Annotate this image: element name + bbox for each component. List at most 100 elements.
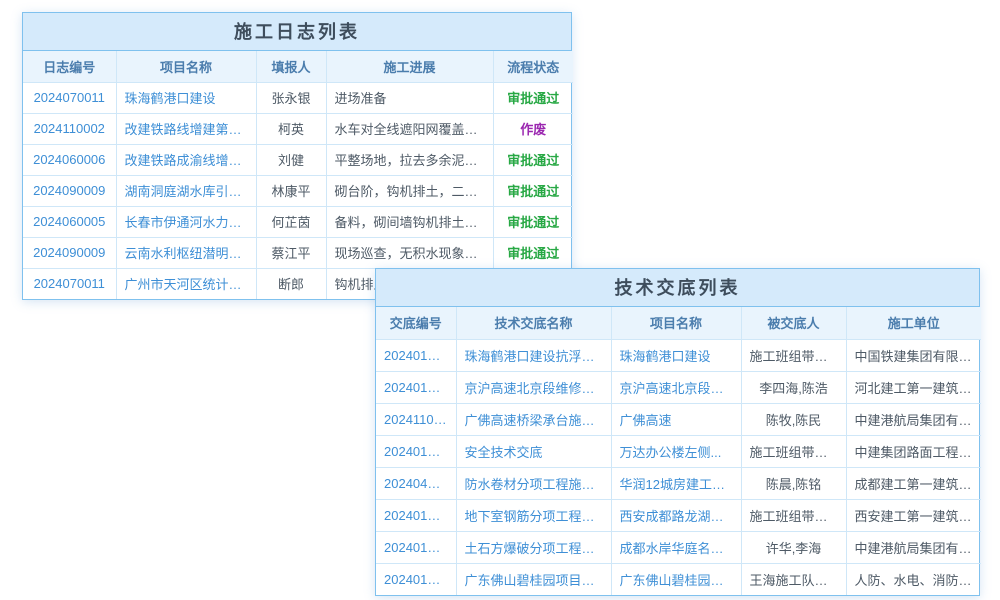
cell-project[interactable]: 西安成都路龙湖上... bbox=[611, 499, 741, 531]
cell-receiver: 施工班组带班... bbox=[741, 435, 846, 467]
cell-id[interactable]: 2024110002 bbox=[23, 113, 116, 144]
cell-status: 审批通过 bbox=[493, 237, 573, 268]
cell-project[interactable]: 广州市天河区统计局机房... bbox=[116, 268, 256, 299]
cell-id[interactable]: 2024060005 bbox=[23, 206, 116, 237]
table-row[interactable]: 2024070011珠海鹤港口建设张永银进场准备审批通过 bbox=[23, 82, 573, 113]
cell-unit: 成都建工第一建筑有... bbox=[846, 467, 981, 499]
cell-unit: 中建港航局集团有限... bbox=[846, 403, 981, 435]
construction-log-header-row: 日志编号 项目名称 填报人 施工进展 流程状态 bbox=[23, 51, 573, 82]
cell-status: 作废 bbox=[493, 113, 573, 144]
cell-project[interactable]: 改建铁路线增建第二线直... bbox=[116, 113, 256, 144]
cell-receiver: 许华,李海 bbox=[741, 531, 846, 563]
cell-unit: 中建集团路面工程有... bbox=[846, 435, 981, 467]
cell-receiver: 施工班组带班... bbox=[741, 339, 846, 371]
cell-id[interactable]: 2024010001 bbox=[376, 563, 456, 595]
cell-filler: 张永银 bbox=[256, 82, 326, 113]
cell-filler: 蔡江平 bbox=[256, 237, 326, 268]
cell-id[interactable]: 2024060006 bbox=[23, 144, 116, 175]
cell-id[interactable]: 2024090009 bbox=[23, 175, 116, 206]
cell-id[interactable]: 2024010003 bbox=[376, 435, 456, 467]
cell-project[interactable]: 京沪高速北京段维修 bbox=[611, 371, 741, 403]
cell-project[interactable]: 改建铁路成渝线增建第二... bbox=[116, 144, 256, 175]
cell-id[interactable]: 2024040001 bbox=[376, 467, 456, 499]
cell-name[interactable]: 防水卷材分项工程施工技... bbox=[456, 467, 611, 499]
col-filler: 填报人 bbox=[256, 51, 326, 82]
cell-unit: 中建港航局集团有限... bbox=[846, 531, 981, 563]
table-row[interactable]: 2024010004京沪高速北京段维修桩帽...京沪高速北京段维修李四海,陈浩河… bbox=[376, 371, 981, 403]
cell-unit: 河北建工第一建筑有... bbox=[846, 371, 981, 403]
cell-receiver: 施工班组带班... bbox=[741, 499, 846, 531]
cell-status: 审批通过 bbox=[493, 206, 573, 237]
construction-log-table: 日志编号 项目名称 填报人 施工进展 流程状态 2024070011珠海鹤港口建… bbox=[23, 51, 573, 299]
table-row[interactable]: 2024110002改建铁路线增建第二线直...柯英水车对全线遮阳网覆盖点进..… bbox=[23, 113, 573, 144]
cell-project[interactable]: 长春市伊通河水力发电厂... bbox=[116, 206, 256, 237]
col-progress: 施工进展 bbox=[326, 51, 493, 82]
cell-name[interactable]: 地下室钢筋分项工程施工... bbox=[456, 499, 611, 531]
table-row[interactable]: 2024010002土石方爆破分项工程施工...成都水岸华庭名苑...许华,李海… bbox=[376, 531, 981, 563]
cell-name[interactable]: 土石方爆破分项工程施工... bbox=[456, 531, 611, 563]
cell-progress: 现场巡查，无积水现象，水... bbox=[326, 237, 493, 268]
table-row[interactable]: 2024040001防水卷材分项工程施工技...华润12城房建工程...陈晨,陈… bbox=[376, 467, 981, 499]
cell-project[interactable]: 成都水岸华庭名苑... bbox=[611, 531, 741, 563]
cell-id[interactable]: 2024070011 bbox=[23, 268, 116, 299]
col-disclosure-name: 技术交底名称 bbox=[456, 307, 611, 339]
construction-log-body: 2024070011珠海鹤港口建设张永银进场准备审批通过2024110002改建… bbox=[23, 82, 573, 299]
cell-receiver: 王海施工队全队 bbox=[741, 563, 846, 595]
cell-id[interactable]: 2024070011 bbox=[23, 82, 116, 113]
cell-id[interactable]: 2024110001 bbox=[376, 403, 456, 435]
cell-filler: 何芷茵 bbox=[256, 206, 326, 237]
cell-project[interactable]: 万达办公楼左侧... bbox=[611, 435, 741, 467]
col-project-name: 项目名称 bbox=[116, 51, 256, 82]
col-log-id: 日志编号 bbox=[23, 51, 116, 82]
table-row[interactable]: 2024090009云南水利枢纽潜明水库一...蔡江平现场巡查，无积水现象，水.… bbox=[23, 237, 573, 268]
cell-status: 审批通过 bbox=[493, 144, 573, 175]
cell-name[interactable]: 珠海鹤港口建设抗浮锚杆... bbox=[456, 339, 611, 371]
cell-progress: 水车对全线遮阳网覆盖点进... bbox=[326, 113, 493, 144]
table-row[interactable]: 2024010003珠海鹤港口建设抗浮锚杆...珠海鹤港口建设施工班组带班...… bbox=[376, 339, 981, 371]
cell-id[interactable]: 2024010003 bbox=[376, 339, 456, 371]
cell-id[interactable]: 2024010004 bbox=[376, 371, 456, 403]
technical-disclosure-table: 交底编号 技术交底名称 项目名称 被交底人 施工单位 2024010003珠海鹤… bbox=[376, 307, 981, 595]
cell-project[interactable]: 广佛高速 bbox=[611, 403, 741, 435]
cell-name[interactable]: 京沪高速北京段维修桩帽... bbox=[456, 371, 611, 403]
col-disclosure-id: 交底编号 bbox=[376, 307, 456, 339]
cell-progress: 砌台阶，钩机排土，二包砌... bbox=[326, 175, 493, 206]
cell-filler: 断郎 bbox=[256, 268, 326, 299]
cell-project[interactable]: 云南水利枢纽潜明水库一... bbox=[116, 237, 256, 268]
table-row[interactable]: 2024060006改建铁路成渝线增建第二...刘健平整场地，拉去多余泥土15.… bbox=[23, 144, 573, 175]
cell-name[interactable]: 安全技术交底 bbox=[456, 435, 611, 467]
table-row[interactable]: 2024010001广东佛山碧桂园项目人防...广东佛山碧桂园项目王海施工队全队… bbox=[376, 563, 981, 595]
cell-progress: 进场准备 bbox=[326, 82, 493, 113]
cell-filler: 刘健 bbox=[256, 144, 326, 175]
cell-id[interactable]: 2024010002 bbox=[376, 531, 456, 563]
technical-disclosure-title: 技术交底列表 bbox=[376, 269, 979, 307]
cell-status: 审批通过 bbox=[493, 82, 573, 113]
table-row[interactable]: 2024060005长春市伊通河水力发电厂...何芷茵备料，砌间墙钩机排土，瓦.… bbox=[23, 206, 573, 237]
cell-name[interactable]: 广东佛山碧桂园项目人防... bbox=[456, 563, 611, 595]
cell-unit: 西安建工第一建筑有... bbox=[846, 499, 981, 531]
cell-id[interactable]: 2024010002 bbox=[376, 499, 456, 531]
technical-disclosure-body: 2024010003珠海鹤港口建设抗浮锚杆...珠海鹤港口建设施工班组带班...… bbox=[376, 339, 981, 595]
table-row[interactable]: 2024110001广佛高速桥梁承台施工技...广佛高速陈牧,陈民中建港航局集团… bbox=[376, 403, 981, 435]
cell-project[interactable]: 珠海鹤港口建设 bbox=[611, 339, 741, 371]
construction-log-title: 施工日志列表 bbox=[23, 13, 571, 51]
cell-project[interactable]: 珠海鹤港口建设 bbox=[116, 82, 256, 113]
construction-log-panel: 施工日志列表 日志编号 项目名称 填报人 施工进展 流程状态 202407001… bbox=[22, 12, 572, 300]
col-unit: 施工单位 bbox=[846, 307, 981, 339]
cell-project[interactable]: 湖南洞庭湖水库引水工程... bbox=[116, 175, 256, 206]
col-receiver: 被交底人 bbox=[741, 307, 846, 339]
cell-id[interactable]: 2024090009 bbox=[23, 237, 116, 268]
cell-project[interactable]: 广东佛山碧桂园项目 bbox=[611, 563, 741, 595]
cell-name[interactable]: 广佛高速桥梁承台施工技... bbox=[456, 403, 611, 435]
cell-receiver: 陈牧,陈民 bbox=[741, 403, 846, 435]
table-row[interactable]: 2024010002地下室钢筋分项工程施工...西安成都路龙湖上...施工班组带… bbox=[376, 499, 981, 531]
technical-disclosure-header-row: 交底编号 技术交底名称 项目名称 被交底人 施工单位 bbox=[376, 307, 981, 339]
cell-project[interactable]: 华润12城房建工程... bbox=[611, 467, 741, 499]
table-row[interactable]: 2024090009湖南洞庭湖水库引水工程...林康平砌台阶，钩机排土，二包砌.… bbox=[23, 175, 573, 206]
col-project-name: 项目名称 bbox=[611, 307, 741, 339]
cell-receiver: 陈晨,陈铭 bbox=[741, 467, 846, 499]
cell-status: 审批通过 bbox=[493, 175, 573, 206]
desktop: 施工日志列表 日志编号 项目名称 填报人 施工进展 流程状态 202407001… bbox=[0, 0, 1000, 600]
cell-receiver: 李四海,陈浩 bbox=[741, 371, 846, 403]
table-row[interactable]: 2024010003安全技术交底万达办公楼左侧...施工班组带班...中建集团路… bbox=[376, 435, 981, 467]
